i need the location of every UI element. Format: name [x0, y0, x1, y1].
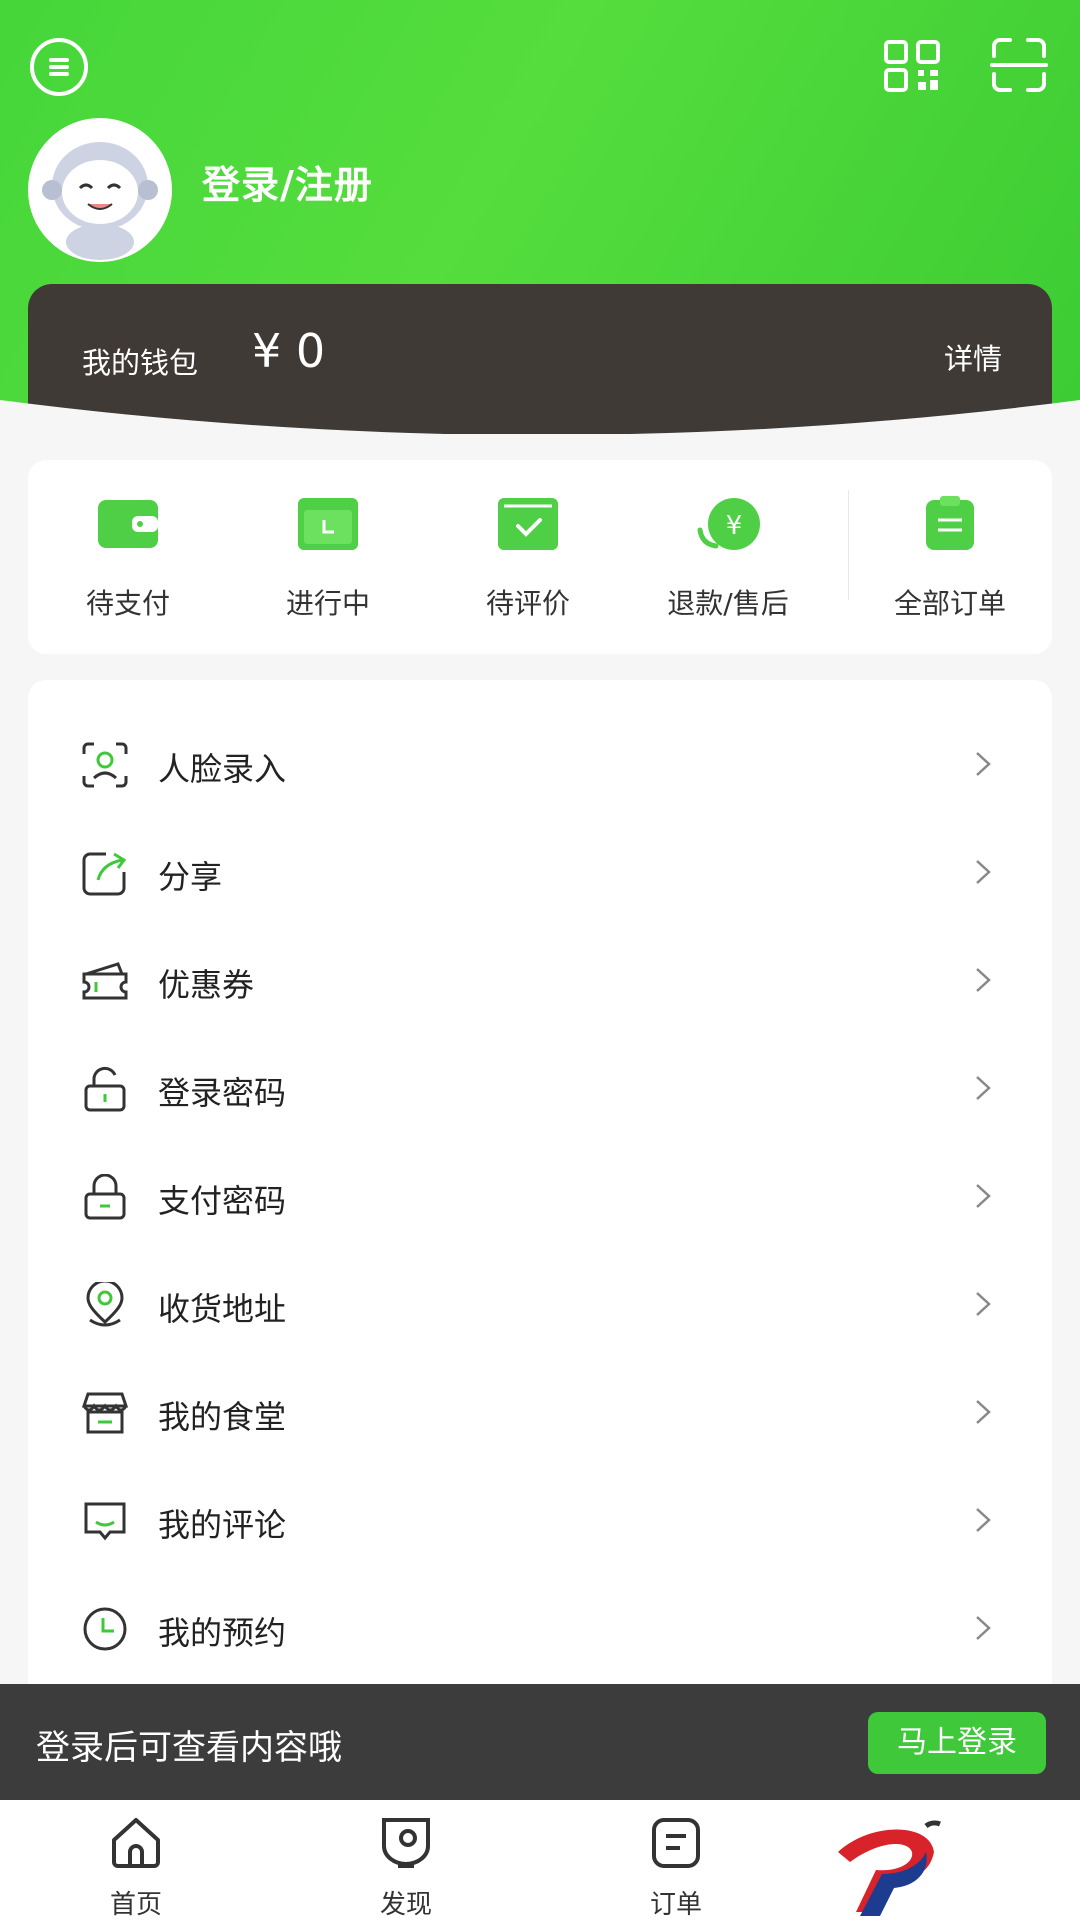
clipboard-icon [926, 496, 974, 550]
login-now-button[interactable]: 马上登录 [868, 1712, 1046, 1774]
svg-text:¥: ¥ [726, 511, 743, 541]
menu-item-my-reservations[interactable]: 我的预约 [28, 1574, 1052, 1682]
wallet-label: 我的钱包 [82, 346, 199, 380]
chevron-right-icon [976, 752, 991, 776]
login-prompt-bar: 登录后可查看内容哦 马上登录 [0, 1684, 1080, 1800]
settings-menu: 人脸录入 分享 优惠券 登录密码 支付密码 收货地址 我的食堂 我的评论 我的预… [28, 680, 1052, 1720]
share-icon [82, 852, 127, 896]
menu-item-coupon[interactable]: 优惠券 [28, 926, 1052, 1034]
tab-orders[interactable]: 订单 [596, 1814, 756, 1920]
order-label: 待支付 [85, 587, 170, 620]
menu-item-shipping-address[interactable]: 收货地址 [28, 1250, 1052, 1358]
chevron-right-icon [976, 860, 991, 884]
menu-label: 收货地址 [158, 1290, 287, 1328]
menu-label: 分享 [158, 858, 223, 896]
home-icon [112, 1818, 160, 1868]
qr-code-icon[interactable] [884, 40, 942, 92]
menu-label: 我的评论 [158, 1506, 287, 1544]
menu-icon[interactable] [30, 38, 88, 96]
menu-label: 我的食堂 [158, 1398, 287, 1436]
order-divider [848, 490, 849, 600]
clock-icon [83, 1607, 127, 1651]
chevron-right-icon [976, 1076, 991, 1100]
order-refund[interactable]: ¥ 退款/售后 [648, 496, 808, 636]
wallet-icon [98, 500, 158, 548]
order-icon [652, 1818, 700, 1868]
menu-item-my-comments[interactable]: 我的评论 [28, 1466, 1052, 1574]
order-label: 全部订单 [893, 587, 1006, 620]
login-register-link[interactable]: 登录/注册 [202, 154, 373, 209]
calendar-icon [298, 498, 358, 550]
tab-label: 订单 [649, 1890, 702, 1920]
check-box-icon [498, 498, 558, 550]
avatar[interactable] [28, 118, 172, 262]
chevron-right-icon [976, 1400, 991, 1424]
chevron-right-icon [976, 1508, 991, 1532]
brand-logo-icon[interactable] [830, 1812, 950, 1920]
order-pending-payment[interactable]: 待支付 [48, 496, 208, 636]
scan-icon[interactable] [990, 38, 1048, 92]
order-all[interactable]: 全部订单 [870, 496, 1030, 636]
menu-label: 优惠券 [158, 966, 255, 1004]
order-label: 进行中 [285, 587, 370, 620]
menu-item-login-password[interactable]: 登录密码 [28, 1034, 1052, 1142]
tab-home[interactable]: 首页 [56, 1814, 216, 1920]
menu-item-face-entry[interactable]: 人脸录入 [28, 710, 1052, 818]
robot-avatar-icon [28, 118, 172, 262]
chevron-right-icon [976, 1292, 991, 1316]
menu-label: 我的预约 [158, 1614, 287, 1652]
tab-label: 首页 [109, 1890, 162, 1920]
menu-item-share[interactable]: 分享 [28, 818, 1052, 926]
tab-label: 发现 [379, 1890, 432, 1920]
chevron-right-icon [976, 1184, 991, 1208]
location-pin-icon [86, 1282, 124, 1327]
refund-yen-icon: ¥ [697, 498, 760, 550]
coupon-icon [82, 962, 128, 1000]
comment-icon [84, 1502, 126, 1541]
order-label: 待评价 [485, 587, 570, 620]
face-scan-icon [82, 742, 128, 788]
canteen-store-icon [82, 1392, 128, 1434]
login-prompt-text: 登录后可查看内容哦 [36, 1728, 342, 1768]
order-label: 退款/售后 [667, 587, 789, 620]
discover-icon [382, 1818, 430, 1868]
menu-item-my-canteen[interactable]: 我的食堂 [28, 1358, 1052, 1466]
chevron-right-icon [976, 968, 991, 992]
menu-label: 登录密码 [158, 1074, 287, 1112]
menu-label: 人脸录入 [158, 750, 287, 788]
order-in-progress[interactable]: 进行中 [248, 496, 408, 636]
tab-discover[interactable]: 发现 [326, 1814, 486, 1920]
order-to-review[interactable]: 待评价 [448, 496, 608, 636]
header-curve [0, 400, 1080, 460]
menu-item-payment-password[interactable]: 支付密码 [28, 1142, 1052, 1250]
chevron-right-icon [976, 1616, 991, 1640]
order-shortcuts: 待支付 进行中 待评价 ¥ 退款/售后 全部订单 [28, 460, 1052, 654]
lock-icon [84, 1174, 126, 1220]
wallet-detail-link[interactable]: 详情 [944, 336, 1002, 378]
menu-label: 支付密码 [158, 1182, 287, 1220]
unlock-icon [84, 1066, 126, 1112]
wallet-balance: ¥ 0 [252, 324, 326, 378]
